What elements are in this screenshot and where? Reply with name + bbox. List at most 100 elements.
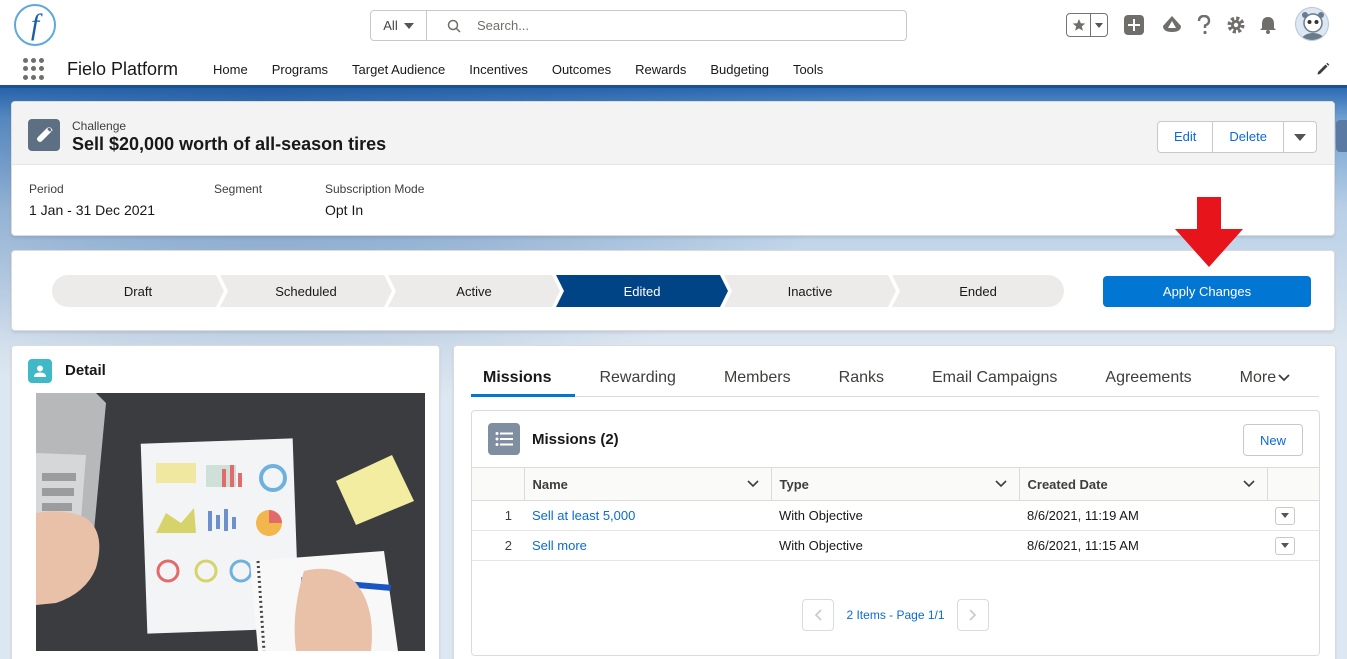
chevron-down-icon[interactable] (994, 480, 1007, 488)
edit-button[interactable]: Edit (1158, 122, 1214, 152)
status-path: Draft Scheduled Active Edited Inactive E… (52, 275, 1064, 307)
tab-ranks[interactable]: Ranks (815, 359, 908, 396)
tab-rewarding[interactable]: Rewarding (575, 359, 699, 396)
table-header-row: Name Type Created Date (472, 467, 1319, 501)
mission-type-cell: With Objective (771, 500, 1019, 531)
mission-name-cell: Sell more (524, 530, 771, 561)
mission-created-cell: 8/6/2021, 11:15 AM (1019, 530, 1267, 561)
tab-email-campaigns[interactable]: Email Campaigns (908, 359, 1081, 396)
search-scope-label: All (383, 18, 398, 33)
field-label: Subscription Mode (325, 182, 425, 196)
related-card: Missions Rewarding Members Ranks Email C… (453, 345, 1336, 659)
contact-card-icon (28, 359, 52, 383)
path-stage-draft[interactable]: Draft (52, 275, 224, 307)
nav-item-programs[interactable]: Programs (260, 52, 340, 85)
apply-changes-button[interactable]: Apply Changes (1103, 276, 1311, 307)
fielo-logo-glyph: f (30, 8, 40, 41)
help-icon[interactable] (1193, 14, 1215, 36)
record-actions: Edit Delete (1157, 121, 1317, 153)
tab-more-label: More (1239, 368, 1277, 386)
app-navigation-bar: Fielo Platform Home Programs Target Audi… (0, 52, 1347, 88)
column-header-name[interactable]: Name (523, 467, 771, 501)
nav-item-rewards[interactable]: Rewards (623, 52, 698, 85)
field-period: Period 1 Jan - 31 Dec 2021 (29, 182, 155, 218)
challenge-image (36, 393, 425, 651)
search-scope-select[interactable]: All (371, 11, 427, 40)
column-label: Name (532, 476, 568, 492)
chevron-down-icon[interactable] (1242, 480, 1255, 488)
mission-name-link[interactable]: Sell more (532, 538, 587, 553)
missions-related-list: Missions (2) New Name Type Created Date … (471, 410, 1320, 656)
detail-title: Detail (65, 362, 106, 379)
star-icon[interactable] (1067, 14, 1091, 36)
field-segment: Segment (214, 182, 262, 202)
nav-item-incentives[interactable]: Incentives (457, 52, 540, 85)
global-create-icon[interactable] (1123, 14, 1145, 36)
user-avatar[interactable] (1295, 7, 1329, 41)
annotation-arrow-icon (1175, 197, 1243, 267)
pagination-status: 2 Items - Page 1/1 (846, 608, 945, 622)
global-header: f All (0, 0, 1347, 52)
previous-page-button[interactable] (802, 599, 835, 631)
nav-item-target-audience[interactable]: Target Audience (340, 52, 457, 85)
table-row: 1 Sell at least 5,000 With Objective 8/6… (472, 500, 1319, 531)
trailhead-icon[interactable] (1161, 14, 1183, 36)
row-number: 2 (472, 530, 524, 561)
search-icon (447, 19, 461, 33)
record-title: Sell $20,000 worth of all-season tires (72, 134, 387, 154)
chevron-down-icon (403, 22, 414, 29)
nav-item-outcomes[interactable]: Outcomes (540, 52, 623, 85)
app-name: Fielo Platform (67, 59, 179, 79)
path-stage-scheduled[interactable]: Scheduled (220, 275, 392, 307)
mission-name-link[interactable]: Sell at least 5,000 (532, 508, 635, 523)
column-label: Created Date (1027, 476, 1108, 492)
mission-type-cell: With Objective (771, 530, 1019, 561)
app-launcher-icon[interactable] (23, 58, 45, 80)
record-object-label: Challenge (72, 119, 127, 133)
utility-side-tab[interactable] (1336, 120, 1347, 152)
mission-created-cell: 8/6/2021, 11:19 AM (1019, 500, 1267, 531)
column-header-created-date[interactable]: Created Date (1018, 467, 1267, 501)
more-actions-chevron-icon[interactable] (1284, 122, 1316, 152)
setup-gear-icon[interactable] (1225, 14, 1247, 36)
fielo-logo[interactable]: f (14, 4, 56, 46)
next-page-button[interactable] (956, 599, 989, 631)
search-input[interactable] (427, 11, 906, 40)
related-list-title: Missions (2) (532, 431, 619, 448)
field-value: Opt In (325, 202, 364, 218)
actions-header (1266, 467, 1319, 501)
chevron-down-icon[interactable] (746, 480, 759, 488)
field-value: 1 Jan - 31 Dec 2021 (29, 202, 156, 218)
row-action-chevron-icon[interactable] (1275, 506, 1295, 525)
nav-item-budgeting[interactable]: Budgeting (698, 52, 781, 85)
column-header-type[interactable]: Type (770, 467, 1019, 501)
path-stage-inactive[interactable]: Inactive (724, 275, 896, 307)
nav-item-home[interactable]: Home (201, 52, 260, 85)
row-number: 1 (472, 500, 524, 531)
path-stage-active[interactable]: Active (388, 275, 560, 307)
delete-button[interactable]: Delete (1213, 122, 1284, 152)
global-search: All (370, 10, 907, 41)
favorites-dropdown-icon[interactable] (1091, 14, 1107, 36)
field-subscription-mode: Subscription Mode Opt In (325, 182, 424, 218)
wrench-icon (28, 119, 60, 151)
tab-more[interactable]: More (1216, 359, 1314, 396)
related-tabs: Missions Rewarding Members Ranks Email C… (471, 359, 1319, 397)
field-label: Segment (214, 182, 263, 196)
path-stage-edited[interactable]: Edited (556, 275, 728, 307)
path-stage-ended[interactable]: Ended (892, 275, 1064, 307)
detail-card: Detail (11, 345, 440, 659)
tab-agreements[interactable]: Agreements (1081, 359, 1215, 396)
related-list-header: Missions (2) New (472, 411, 1319, 467)
notifications-bell-icon[interactable] (1257, 14, 1279, 36)
field-label: Period (29, 182, 64, 196)
nav-item-tools[interactable]: Tools (781, 52, 835, 85)
favorites-button[interactable] (1066, 13, 1108, 37)
new-mission-button[interactable]: New (1243, 424, 1303, 456)
tab-missions[interactable]: Missions (471, 359, 576, 397)
pagination: 2 Items - Page 1/1 (472, 599, 1319, 631)
row-action-chevron-icon[interactable] (1275, 536, 1295, 555)
record-header: Challenge Sell $20,000 worth of all-seas… (11, 101, 1335, 236)
tab-members[interactable]: Members (700, 359, 815, 396)
edit-nav-pencil-icon[interactable] (1316, 62, 1330, 76)
